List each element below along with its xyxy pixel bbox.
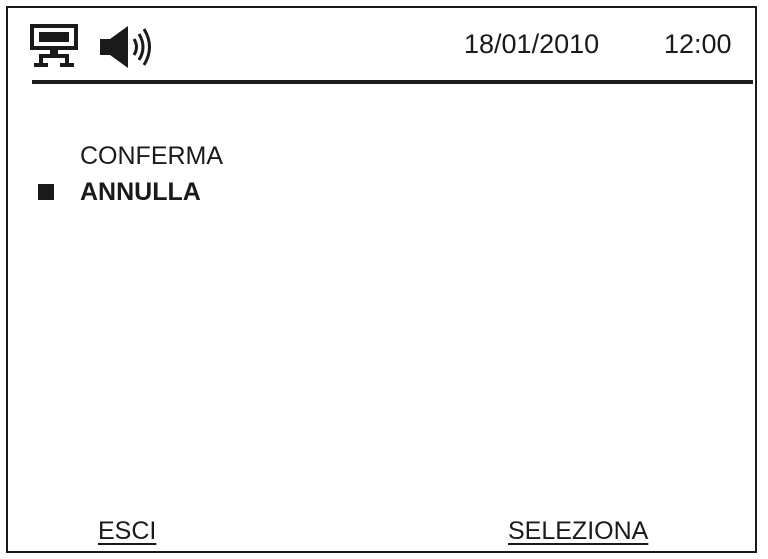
status-time: 12:00: [664, 29, 732, 59]
device-screen: 18/01/2010 12:00 CONFERMA ANNULLA ESCI S…: [6, 6, 757, 553]
menu-list: CONFERMA ANNULLA: [8, 138, 755, 210]
menu-item-annulla[interactable]: ANNULLA: [8, 174, 755, 210]
selection-bullet-icon: [38, 184, 54, 200]
esci-softkey[interactable]: ESCI: [98, 516, 156, 546]
status-date: 18/01/2010: [464, 29, 600, 59]
speaker-icon: [98, 24, 160, 70]
menu-item-conferma[interactable]: CONFERMA: [8, 138, 755, 174]
menu-item-label: CONFERMA: [80, 142, 224, 170]
network-icon: [30, 23, 80, 69]
menu-item-label: ANNULLA: [80, 178, 201, 206]
header-divider: [32, 80, 753, 84]
status-bar: 18/01/2010 12:00: [8, 8, 755, 78]
seleziona-softkey[interactable]: SELEZIONA: [508, 516, 648, 546]
